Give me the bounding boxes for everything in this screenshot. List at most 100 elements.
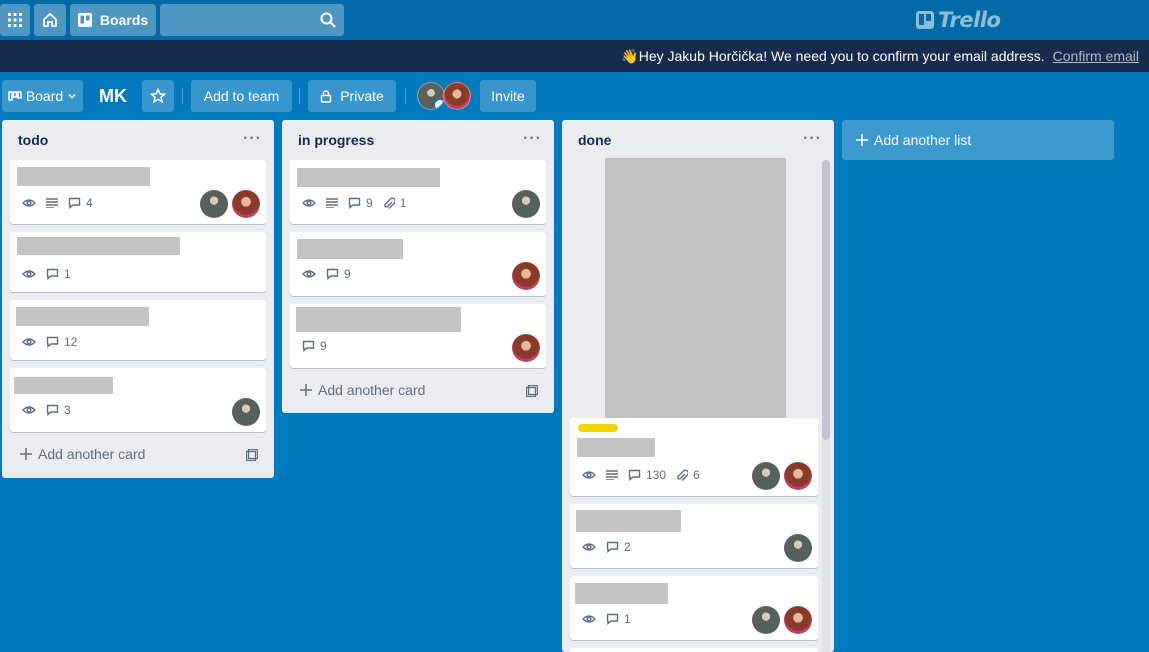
card-title-redacted bbox=[575, 583, 668, 604]
card[interactable]: 4 bbox=[10, 160, 266, 224]
list-title[interactable]: todo bbox=[18, 132, 48, 148]
card-badges: 9 bbox=[302, 339, 327, 353]
add-to-team-button[interactable]: Add to team bbox=[191, 80, 292, 112]
card[interactable]: 3 bbox=[10, 368, 266, 432]
card-template-icon[interactable] bbox=[246, 449, 258, 461]
card-member-avatar[interactable] bbox=[512, 190, 540, 218]
member-avatar[interactable] bbox=[443, 82, 471, 110]
add-card-button[interactable]: Add another card bbox=[20, 446, 145, 462]
search-icon bbox=[320, 12, 336, 28]
home-button[interactable] bbox=[34, 4, 66, 36]
card-title-redacted bbox=[17, 237, 180, 255]
attachment-count: 1 bbox=[399, 196, 407, 210]
trello-logo-icon bbox=[916, 11, 934, 29]
card-member-avatar[interactable] bbox=[784, 534, 812, 562]
attachment-icon bbox=[383, 196, 395, 209]
card-badges: 130 6 bbox=[582, 468, 700, 482]
card-badges: 4 bbox=[22, 196, 93, 210]
description-icon bbox=[326, 198, 338, 208]
card-badges: 9 1 bbox=[302, 196, 406, 210]
board-icon bbox=[77, 13, 92, 27]
divider bbox=[405, 88, 406, 104]
comment-count: 3 bbox=[64, 403, 71, 417]
comment-icon bbox=[68, 197, 81, 209]
comment-icon bbox=[46, 404, 59, 416]
lock-icon bbox=[320, 89, 332, 103]
visibility-label: Private bbox=[340, 88, 384, 104]
comment-count: 9 bbox=[366, 196, 373, 210]
description-icon bbox=[46, 198, 58, 208]
card-member-avatar[interactable] bbox=[784, 606, 812, 634]
star-button[interactable] bbox=[142, 80, 174, 112]
card-title-redacted bbox=[17, 167, 150, 186]
plus-icon bbox=[300, 384, 312, 396]
card-member-avatar[interactable] bbox=[200, 190, 228, 218]
add-card-button[interactable]: Add another card bbox=[300, 382, 425, 398]
board-title[interactable]: MK bbox=[99, 86, 127, 107]
board-view-switcher[interactable]: Board bbox=[2, 80, 83, 112]
card[interactable]: 1 bbox=[10, 232, 266, 292]
card-label[interactable] bbox=[578, 424, 618, 432]
comment-icon bbox=[46, 336, 59, 348]
comment-count: 1 bbox=[624, 612, 631, 626]
card-member-avatar[interactable] bbox=[752, 462, 780, 490]
card[interactable]: 130 6 bbox=[570, 418, 818, 496]
card-badges: 12 bbox=[22, 335, 77, 349]
confirm-email-link[interactable]: Confirm email bbox=[1053, 48, 1139, 64]
add-list-button[interactable]: Add another list bbox=[842, 120, 1114, 160]
home-icon bbox=[43, 12, 57, 27]
card-member-avatar[interactable] bbox=[512, 262, 540, 290]
list-menu-icon[interactable]: ··· bbox=[523, 130, 542, 148]
card-title-redacted bbox=[16, 307, 149, 326]
card-title-redacted bbox=[577, 438, 655, 457]
divider bbox=[182, 88, 183, 104]
card-member-avatar[interactable] bbox=[752, 606, 780, 634]
card-member-avatar[interactable] bbox=[512, 334, 540, 362]
card-member-avatar[interactable] bbox=[784, 462, 812, 490]
watch-icon bbox=[22, 269, 36, 279]
trello-logo[interactable]: Trello bbox=[916, 8, 1001, 32]
chevron-down-icon bbox=[68, 93, 76, 99]
comment-icon bbox=[46, 268, 59, 280]
member-avatar[interactable] bbox=[417, 82, 445, 110]
card[interactable]: 9 bbox=[290, 232, 546, 296]
visibility-button[interactable]: Private bbox=[308, 80, 396, 112]
plus-icon bbox=[20, 448, 32, 460]
apps-grid-icon bbox=[8, 13, 22, 27]
card[interactable]: 9 1 bbox=[290, 160, 546, 224]
card[interactable]: 9 bbox=[290, 304, 546, 368]
list-todo: todo ··· 4 1 12 3 Add another card bbox=[2, 120, 274, 478]
card-member-avatar[interactable] bbox=[232, 190, 260, 218]
board-view-label: Board bbox=[25, 88, 64, 104]
list-title[interactable]: done bbox=[578, 132, 611, 148]
comment-count: 12 bbox=[64, 335, 78, 349]
card[interactable]: 2 bbox=[570, 504, 818, 568]
list-menu-icon[interactable]: ··· bbox=[803, 130, 822, 148]
comment-icon bbox=[628, 469, 641, 481]
search-input[interactable] bbox=[160, 4, 344, 36]
card[interactable]: 12 bbox=[10, 300, 266, 360]
invite-button[interactable]: Invite bbox=[480, 80, 536, 112]
add-card-label: Add another card bbox=[38, 446, 146, 462]
card-cover-image-redacted bbox=[605, 158, 786, 418]
watch-icon bbox=[582, 542, 596, 552]
logo-text: Trello bbox=[938, 8, 1001, 32]
boards-button[interactable]: Boards bbox=[70, 4, 156, 36]
card[interactable]: 1 bbox=[570, 576, 818, 640]
card[interactable] bbox=[570, 648, 818, 652]
card-title-redacted bbox=[297, 168, 440, 187]
list-title[interactable]: in progress bbox=[298, 132, 374, 148]
card-template-icon[interactable] bbox=[526, 385, 538, 397]
list-scrollbar-thumb[interactable] bbox=[822, 160, 830, 440]
add-card-label: Add another card bbox=[318, 382, 426, 398]
watch-icon bbox=[22, 337, 36, 347]
apps-button[interactable] bbox=[0, 4, 30, 36]
card-member-avatar[interactable] bbox=[232, 398, 260, 426]
comment-icon bbox=[348, 197, 361, 209]
divider bbox=[299, 88, 300, 104]
card-badges: 1 bbox=[582, 612, 631, 626]
watch-icon bbox=[582, 470, 596, 480]
list-menu-icon[interactable]: ··· bbox=[243, 130, 262, 148]
comment-icon bbox=[326, 268, 339, 280]
comment-count: 1 bbox=[64, 267, 71, 281]
